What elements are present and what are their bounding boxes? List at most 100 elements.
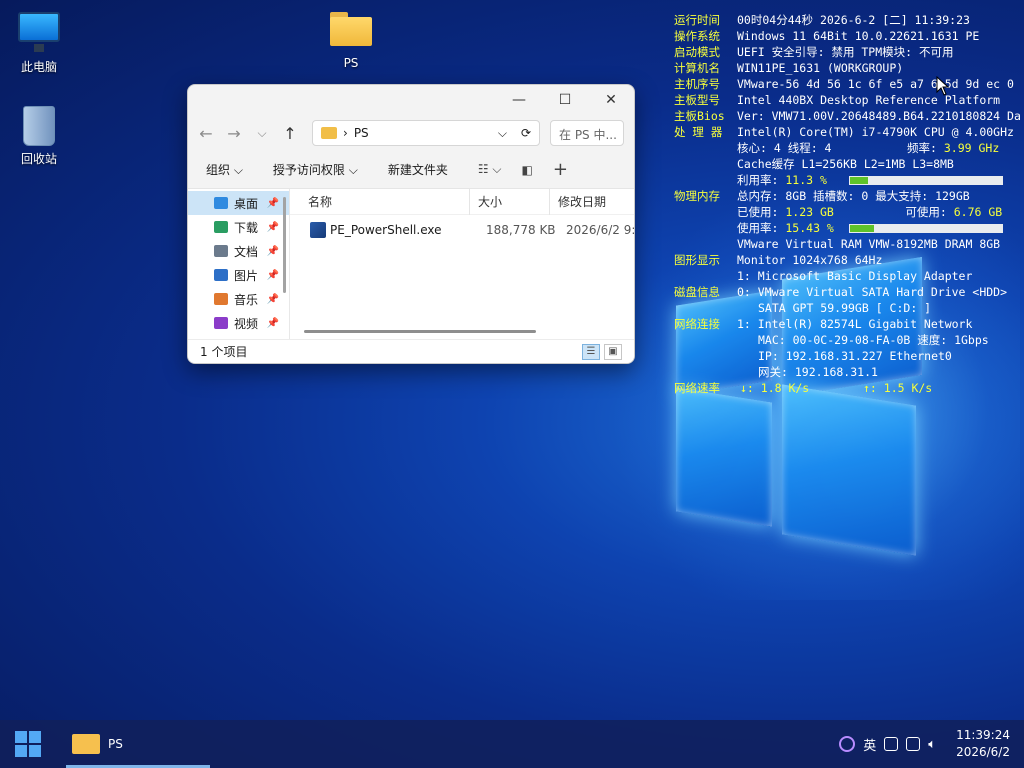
cpu-value: Intel(R) Core(TM) i7-4790K CPU @ 4.00GHz [737,125,1014,139]
mem-avail-value: 6.76 GB [953,205,1003,219]
mem-used-label: 已使用: [737,205,779,219]
board-key: 主板型号 [674,93,720,107]
new-tab-button[interactable]: + [553,159,568,180]
gpu-key: 图形显示 [674,253,720,267]
sidebar-item-label: 视频 [234,316,259,331]
view-layout-icon[interactable]: ☷ ⌵ [478,162,502,177]
mem-pct-value: 15.43 % [785,221,834,235]
hostname-value: WIN11PE_1631 (WORKGROUP) [737,61,904,75]
status-bar: 1 个项目 ☰ ▣ [188,339,634,363]
breadcrumb[interactable]: PS [354,126,369,140]
mouse-cursor-icon [936,76,950,96]
volume-icon[interactable]: 🔈︎ [928,737,936,752]
sidebar-item-documents[interactable]: 文档 📌 [188,239,289,263]
recycle-bin-icon [23,106,55,146]
taskbar-app-explorer[interactable]: PS [64,720,210,768]
address-dropdown-icon[interactable]: ⌵ [498,126,507,141]
sidebar-scrollbar[interactable] [283,197,286,293]
folder-icon [330,12,372,46]
cpu-key: 处 理 器 [674,125,723,139]
pin-icon: 📌 [266,317,279,329]
table-row[interactable]: PE_PowerShell.exe 188,778 KB 2026/6/2 9:… [290,215,634,245]
sidebar-item-music[interactable]: 音乐 📌 [188,287,289,311]
clock[interactable]: 11:39:24 2026/6/2 [956,727,1010,761]
net-speed-up: ↑: 1.5 K/s [863,381,933,395]
copilot-icon[interactable] [839,736,856,752]
maximize-button[interactable]: ☐ [542,92,588,108]
ime-indicator[interactable]: 英 [863,735,876,754]
uptime-value: 00时04分44秒 2026-6-2 [二] 11:39:23 [737,13,970,27]
computer-icon [18,12,60,52]
file-list[interactable]: 名称 大小 修改日期 PE_PowerShell.exe 188,778 KB … [290,188,634,339]
back-button[interactable]: ← [194,124,218,143]
desktop-icon-label: PS [343,56,359,70]
network-mac: MAC: 00-0C-29-08-FA-0B 速度: 1Gbps [758,333,989,347]
sidebar-item-pictures[interactable]: 图片 📌 [188,263,289,287]
horizontal-scrollbar[interactable] [304,330,536,333]
large-icons-view-icon[interactable]: ▣ [604,343,622,360]
column-headers: 名称 大小 修改日期 [290,188,634,215]
folder-icon [72,734,100,754]
mem-pct-label: 使用率: [737,221,779,235]
security-icon[interactable] [906,737,921,751]
picture-icon [214,269,228,281]
file-modified: 2026/6/2 9:4 [566,223,634,237]
cpu-usage-label: 利用率: [737,173,779,187]
share-access-button[interactable]: 授予访问权限 ⌵ [273,161,358,178]
network-gateway: 网关: 192.168.31.1 [758,365,878,379]
organize-button[interactable]: 组织 ⌵ [206,161,243,178]
file-explorer-window[interactable]: — ☐ ✕ ← → ⌵ ↑ › PS ⌵ ⟳ 在 PS 中... 组织 ⌵ 授予… [187,84,635,364]
window-titlebar[interactable]: — ☐ ✕ [188,85,634,115]
sidebar-item-videos[interactable]: 视频 📌 [188,311,289,335]
recent-locations-button[interactable]: ⌵ [250,126,274,141]
pin-icon: 📌 [266,221,279,233]
sidebar-item-label: 桌面 [234,196,259,211]
column-header-name[interactable]: 名称 [290,188,470,215]
sidebar-item-desktop[interactable]: 桌面 📌 [188,191,289,215]
windows-logo-pane [782,384,916,556]
net-speed-down: ↓: 1.8 K/s [740,381,810,395]
os-key: 操作系统 [674,29,720,43]
video-icon [214,317,228,329]
mem-avail-label: 可使用: [905,205,947,219]
boot-key: 启动模式 [674,45,720,59]
clock-time: 11:39:24 [956,728,1010,742]
start-button[interactable] [15,731,41,757]
file-name: PE_PowerShell.exe [330,223,442,237]
column-header-modified[interactable]: 修改日期 [550,189,626,215]
up-button[interactable]: ↑ [278,124,302,143]
document-icon [214,245,228,257]
address-bar[interactable]: › PS ⌵ ⟳ [312,120,540,146]
memory-dimm: VMware Virtual RAM VMW-8192MB DRAM 8GB [737,237,1001,251]
network-key: 网络连接 [674,317,720,331]
search-input[interactable]: 在 PS 中... [550,120,624,146]
boot-value: UEFI 安全引导: 禁用 TPM模块: 不可用 [737,45,954,59]
folder-icon [321,127,337,139]
breadcrumb-separator: › [343,126,348,140]
navigation-bar: ← → ⌵ ↑ › PS ⌵ ⟳ 在 PS 中... [188,115,634,151]
navigation-pane[interactable]: 桌面 📌 下载 📌 文档 📌 图片 📌 音乐 📌 视频 📌 [188,189,290,339]
refresh-icon[interactable]: ⟳ [521,126,531,140]
new-folder-button[interactable]: 新建文件夹 [388,161,448,178]
taskbar: PS 英 🔈︎ 11:39:24 2026/6/2 [0,720,1024,768]
desktop-icon-this-pc[interactable]: 此电脑 [1,12,77,75]
network-icon[interactable] [884,737,899,751]
download-icon [214,221,228,233]
sidebar-item-downloads[interactable]: 下载 📌 [188,215,289,239]
powershell-file-icon [310,222,326,238]
minimize-button[interactable]: — [496,92,542,108]
desktop-icon-recycle-bin[interactable]: 回收站 [1,106,77,167]
details-view-icon[interactable]: ☰ [582,343,600,360]
network-adapter: 1: Intel(R) 82574L Gigabit Network [737,317,973,331]
desktop-icon-ps-folder[interactable]: PS [313,12,389,70]
forward-button[interactable]: → [222,124,246,143]
close-button[interactable]: ✕ [588,92,634,108]
board-value: Intel 440BX Desktop Reference Platform [737,93,1001,107]
clock-date: 2026/6/2 [956,745,1010,759]
music-icon [214,293,228,305]
file-size: 188,778 KB [486,223,556,237]
bios-value: Ver: VMW71.00V.20648489.B64.2210180824 D… [737,109,1021,123]
preview-pane-icon[interactable]: ◧ [522,163,533,177]
sidebar-item-label: 文档 [234,244,259,259]
column-header-size[interactable]: 大小 [470,188,550,215]
